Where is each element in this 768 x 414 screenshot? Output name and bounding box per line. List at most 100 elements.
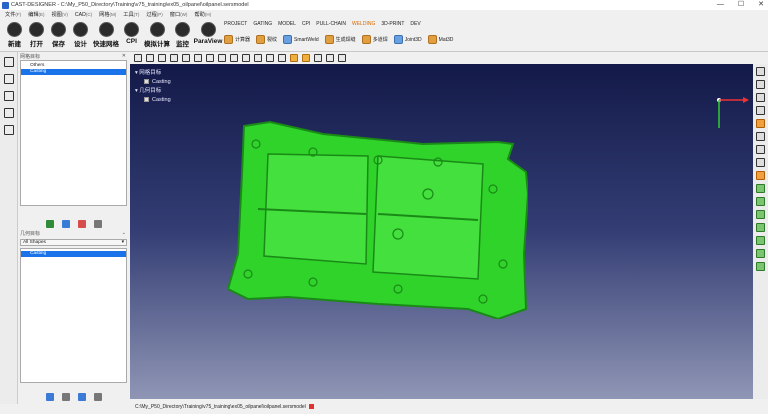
- checkbox[interactable]: [144, 97, 149, 103]
- edit-icon[interactable]: [45, 220, 54, 228]
- delete-icon[interactable]: [93, 393, 102, 401]
- crack-button[interactable]: 裂纹: [256, 35, 277, 44]
- download-icon[interactable]: [756, 158, 765, 167]
- menu-file[interactable]: 文件(F): [5, 11, 21, 18]
- table-icon[interactable]: [4, 91, 14, 101]
- view-back-icon[interactable]: [182, 54, 190, 62]
- design-button[interactable]: 设计: [71, 22, 90, 49]
- globe-icon[interactable]: [77, 393, 86, 401]
- new-button[interactable]: 新建: [5, 22, 24, 49]
- toggle-geometry-icon[interactable]: [756, 93, 765, 102]
- close-panel-icon[interactable]: ✕: [122, 53, 126, 59]
- paraview-button[interactable]: ParaView: [194, 22, 222, 49]
- delete-icon[interactable]: [93, 220, 102, 228]
- save-icon[interactable]: [756, 236, 765, 245]
- generate-weld-button[interactable]: 生成焊缝: [324, 35, 356, 44]
- error-icon[interactable]: [308, 404, 314, 409]
- close-button[interactable]: ✕: [758, 0, 764, 10]
- flag-icon[interactable]: [756, 197, 765, 206]
- color-icon[interactable]: [338, 54, 346, 62]
- smartweld-button[interactable]: SmartWeld: [283, 35, 319, 44]
- shape-filter-select[interactable]: All Shapes ▾: [20, 239, 127, 246]
- view-top-icon[interactable]: [218, 54, 226, 62]
- tab-3d-print[interactable]: 3D-PRINT: [381, 21, 404, 29]
- settings-icon[interactable]: [4, 125, 14, 135]
- export-green-icon[interactable]: [756, 249, 765, 258]
- tab-pull-chain[interactable]: PULL-CHAIN: [316, 21, 346, 29]
- rotate-icon[interactable]: [146, 54, 154, 62]
- menu-window[interactable]: 窗口(W): [170, 11, 188, 18]
- casting-model[interactable]: [228, 114, 528, 319]
- menu-mesh[interactable]: 网格(M): [99, 11, 116, 18]
- view-right-icon[interactable]: [206, 54, 214, 62]
- cpi-button[interactable]: CPI: [122, 22, 141, 49]
- merge-icon[interactable]: [77, 220, 86, 228]
- tab-cpi[interactable]: CPI: [302, 21, 310, 29]
- tab-project[interactable]: PROJECT: [224, 21, 247, 29]
- warning-icon[interactable]: [756, 171, 765, 180]
- folder-icon[interactable]: [61, 393, 70, 401]
- toggle-view-icon[interactable]: [756, 67, 765, 76]
- tree-leaf[interactable]: Casting: [135, 96, 171, 105]
- edit-icon[interactable]: [45, 393, 54, 401]
- measure-icon[interactable]: [756, 223, 765, 232]
- multipass-weld-button[interactable]: 多道焊: [361, 35, 388, 44]
- zoom-fit-icon[interactable]: [290, 54, 298, 62]
- quick-mesh-button[interactable]: 快速网格: [93, 22, 119, 49]
- pan-icon[interactable]: [134, 54, 142, 62]
- design-icon: [73, 22, 88, 37]
- tab-model[interactable]: MODEL: [278, 21, 296, 29]
- open-button[interactable]: 打开: [27, 22, 46, 49]
- maximize-button[interactable]: ☐: [738, 0, 744, 10]
- select-icon[interactable]: [302, 54, 310, 62]
- export-icon[interactable]: [756, 145, 765, 154]
- move-icon[interactable]: [158, 54, 166, 62]
- import-icon[interactable]: [756, 132, 765, 141]
- menu-process[interactable]: 过程(P): [146, 11, 162, 18]
- highlight-icon[interactable]: [756, 119, 765, 128]
- grid-icon[interactable]: [314, 54, 322, 62]
- view-bottom-icon[interactable]: [230, 54, 238, 62]
- zoom-out-icon[interactable]: [278, 54, 286, 62]
- save-button[interactable]: 保存: [49, 22, 68, 49]
- menu-cad[interactable]: CAD(C): [75, 12, 92, 18]
- tree-node[interactable]: ▾ 网格目标: [135, 69, 171, 78]
- tab-gating[interactable]: GATING: [253, 21, 272, 29]
- minimize-button[interactable]: —: [717, 0, 724, 10]
- view-front-icon[interactable]: [170, 54, 178, 62]
- add-icon[interactable]: [61, 220, 70, 228]
- view-iso-icon[interactable]: [242, 54, 250, 62]
- toggle-mesh-icon[interactable]: [756, 80, 765, 89]
- mesh-tree-icon[interactable]: [4, 57, 14, 67]
- view-left-icon[interactable]: [194, 54, 202, 62]
- tree-node[interactable]: ▾ 几何目标: [135, 87, 171, 96]
- joint3d-button[interactable]: Joint3D: [393, 35, 422, 44]
- mesh-panel-tools: [18, 220, 129, 228]
- layer-icon[interactable]: [756, 210, 765, 219]
- layers-icon[interactable]: [4, 108, 14, 118]
- toggle-grid-icon[interactable]: [756, 106, 765, 115]
- section-icon[interactable]: [326, 54, 334, 62]
- menu-help[interactable]: 帮助(H): [194, 11, 211, 18]
- menu-edit[interactable]: 编辑(E): [28, 11, 44, 18]
- tree-leaf[interactable]: Casting: [135, 78, 171, 87]
- window-title: CAST-DESIGNER - C:\My_P50_Directory\Trai…: [11, 2, 249, 8]
- tab-dev[interactable]: DEV: [410, 21, 420, 29]
- shading-icon[interactable]: [254, 54, 262, 62]
- monitor-button[interactable]: 监控: [173, 22, 192, 49]
- checkbox[interactable]: [144, 79, 149, 85]
- chevron-down-icon[interactable]: ⌄: [122, 230, 126, 236]
- zoom-in-icon[interactable]: [266, 54, 274, 62]
- menu-tools[interactable]: 工具(T): [123, 11, 139, 18]
- check-icon[interactable]: [756, 184, 765, 193]
- list-item[interactable]: Casting: [21, 69, 126, 75]
- mat3d-button[interactable]: Mat3D: [427, 35, 453, 44]
- menu-view[interactable]: 视图(V): [52, 11, 68, 18]
- info-icon[interactable]: [756, 262, 765, 271]
- calculator-button[interactable]: 计算器: [224, 35, 250, 44]
- list-item[interactable]: Casting: [21, 251, 126, 257]
- 3d-viewport[interactable]: ▾ 网格目标 Casting ▾ 几何目标 Casting: [130, 64, 753, 399]
- simulation-button[interactable]: 模拟计算: [144, 22, 170, 49]
- geometry-icon[interactable]: [4, 74, 14, 84]
- tab-welding[interactable]: WELDING: [352, 21, 375, 29]
